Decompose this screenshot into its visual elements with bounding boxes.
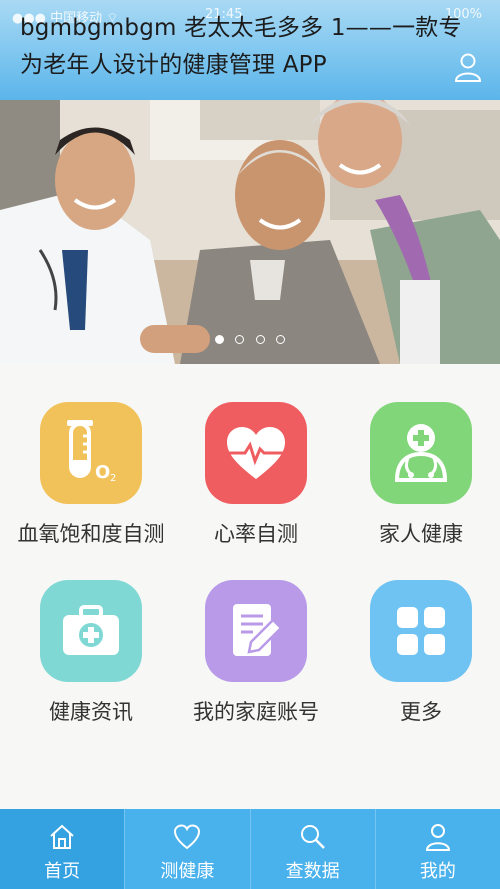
tile-health-news[interactable]: 健康资讯	[8, 580, 174, 726]
app-header: ●●● 中国移动 ⌔ 21:45 100% bgmbgmbgm 老太太毛多多 1…	[0, 0, 500, 100]
banner-photo	[0, 100, 500, 364]
carousel-dot[interactable]	[215, 335, 225, 344]
tile-heart-rate[interactable]: 心率自测	[173, 402, 339, 548]
heart-rate-icon	[205, 402, 307, 504]
page-title-line-2: 为老年人设计的健康管理 APP	[20, 52, 327, 78]
tab-query-data[interactable]: 查数据	[249, 809, 375, 889]
tile-family-account[interactable]: 我的家庭账号	[173, 580, 339, 726]
edit-note-icon	[205, 580, 307, 682]
bottom-tab-bar: 首页 测健康 查数据 我的	[0, 809, 500, 889]
tile-label: 血氧饱和度自测	[17, 522, 165, 546]
tile-label: 健康资讯	[49, 700, 133, 724]
tile-label: 更多	[400, 700, 442, 724]
grid-icon	[370, 580, 472, 682]
search-icon	[300, 825, 325, 849]
tile-label: 心率自测	[214, 522, 298, 546]
feature-grid: O 2 血氧饱和度自测 心率自测 家人健康 健康资讯 我的家庭账号 更多	[0, 364, 500, 809]
tile-blood-oxygen[interactable]: O 2 血氧饱和度自测	[8, 402, 174, 548]
carousel-dot[interactable]	[275, 335, 285, 344]
tab-label: 查数据	[285, 861, 340, 882]
carousel-dot[interactable]	[255, 335, 265, 344]
tile-more[interactable]: 更多	[338, 580, 500, 726]
tile-family-health[interactable]: 家人健康	[338, 402, 500, 548]
tile-label: 家人健康	[379, 522, 463, 546]
user-icon[interactable]	[454, 52, 482, 82]
tile-label: 我的家庭账号	[193, 700, 319, 724]
tab-label: 测健康	[160, 861, 215, 882]
medical-kit-icon	[40, 580, 142, 682]
carousel-indicator[interactable]	[0, 329, 500, 348]
user-icon	[425, 824, 450, 851]
svg-text:2: 2	[110, 473, 116, 484]
tab-label: 首页	[44, 861, 81, 882]
heart-icon	[174, 824, 201, 850]
tab-measure-health[interactable]: 测健康	[124, 809, 249, 889]
tab-label: 我的	[419, 861, 456, 882]
banner-carousel[interactable]	[0, 100, 500, 364]
tab-mine[interactable]: 我的	[374, 809, 500, 889]
family-doctor-icon	[370, 402, 472, 504]
test-tube-icon: O 2	[40, 402, 142, 504]
tab-home[interactable]: 首页	[0, 809, 125, 889]
page-title-line-1: bgmbgmbgm 老太太毛多多 1——一款专	[20, 15, 462, 41]
carousel-dot[interactable]	[235, 335, 245, 344]
svg-text:O: O	[95, 462, 110, 483]
home-icon	[50, 824, 74, 849]
